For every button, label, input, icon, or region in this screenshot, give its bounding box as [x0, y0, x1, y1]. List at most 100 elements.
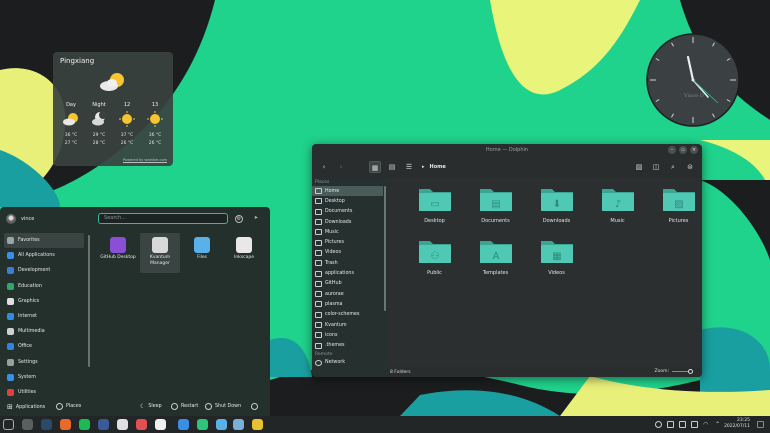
window-title: Home — Dolphin: [485, 147, 529, 153]
taskbar-chrome-blue-icon[interactable]: [155, 419, 166, 430]
weather-widget[interactable]: Pingxiang Day 36 °C 27 °C Night 29 °C 28…: [53, 52, 173, 166]
folder-item[interactable]: ▦ Videos: [526, 238, 587, 283]
taskbar-dolphin-icon[interactable]: [216, 419, 227, 430]
zoom-slider[interactable]: [672, 369, 693, 374]
category-item[interactable]: Office: [4, 339, 84, 354]
app-item[interactable]: Kvantum Manager: [140, 233, 180, 273]
taskbar-firefox-icon[interactable]: [60, 419, 71, 430]
place-item[interactable]: aurorae: [312, 289, 387, 299]
user-info[interactable]: vince: [6, 214, 34, 224]
place-item[interactable]: Trash: [312, 258, 387, 268]
folder-item[interactable]: ▤ Documents: [465, 186, 526, 231]
category-item[interactable]: Education: [4, 279, 84, 294]
pin-icon[interactable]: ➤: [252, 215, 260, 223]
restart-button[interactable]: Restart: [171, 403, 198, 410]
notifications-icon[interactable]: [655, 421, 662, 428]
wifi-icon[interactable]: ◠: [703, 421, 710, 428]
folder-item[interactable]: A Templates: [465, 238, 526, 283]
category-item[interactable]: Development: [4, 263, 84, 278]
category-item[interactable]: Favorites: [4, 233, 84, 249]
place-item[interactable]: Documents: [312, 207, 387, 217]
keyboard-icon[interactable]: [679, 421, 686, 428]
place-item[interactable]: .themes: [312, 340, 387, 350]
place-item[interactable]: Home: [312, 186, 383, 197]
forward-arrow-icon[interactable]: ›: [335, 161, 347, 173]
clipboard-icon[interactable]: [667, 421, 674, 428]
app-item[interactable]: Files: [182, 233, 222, 273]
place-item[interactable]: Pictures: [312, 237, 387, 247]
places-scrollbar[interactable]: [384, 186, 386, 311]
configure-icon[interactable]: ⚙: [235, 215, 243, 223]
category-scrollbar[interactable]: [88, 235, 90, 367]
place-item[interactable]: applications: [312, 268, 387, 278]
place-item[interactable]: Music: [312, 227, 387, 237]
chevron-right-icon: ▸: [422, 164, 425, 170]
taskbar-files-icon[interactable]: [233, 419, 244, 430]
place-item[interactable]: icons: [312, 330, 387, 340]
taskbar-virtualbox-icon[interactable]: [98, 419, 109, 430]
details-view-icon[interactable]: ☰: [403, 161, 415, 173]
place-item[interactable]: Kvantum: [312, 320, 387, 330]
place-item[interactable]: Videos: [312, 248, 387, 258]
taskbar-photos-icon[interactable]: [117, 419, 128, 430]
back-arrow-icon[interactable]: ‹: [318, 161, 330, 173]
app-item[interactable]: Inkscape: [224, 233, 264, 273]
folder-item[interactable]: ▭ Desktop: [404, 186, 465, 231]
taskbar-chrome-icon[interactable]: [252, 419, 263, 430]
search-input[interactable]: Search...: [98, 213, 228, 224]
weather-source-link[interactable]: Powered by weather.com: [123, 158, 167, 162]
application-launcher[interactable]: vince Search... ⚙ ➤ Favorites All Applica…: [0, 207, 270, 416]
file-view[interactable]: ▭ Desktop ▤ Documents ⬇ Downloads ♪ Music ▨ Pictu…: [387, 178, 702, 377]
show-desktop-icon[interactable]: [757, 421, 764, 428]
category-item[interactable]: System: [4, 370, 84, 385]
remote-header: Remote: [315, 351, 333, 357]
tab-places[interactable]: Places: [56, 403, 81, 410]
minimize-button[interactable]: –: [668, 146, 676, 154]
avatar[interactable]: [6, 214, 16, 224]
search-icon[interactable]: ⌕: [667, 161, 679, 173]
folder-item[interactable]: ♪ Music: [587, 186, 648, 231]
tab-applications[interactable]: ⊞ Applications: [7, 403, 45, 411]
breadcrumb-home[interactable]: Home: [430, 164, 446, 170]
place-item[interactable]: GitHub: [312, 279, 387, 289]
hamburger-menu-icon[interactable]: ⊜: [684, 161, 696, 173]
more-options-button[interactable]: [251, 403, 258, 410]
taskbar-kde-connect-icon[interactable]: [136, 419, 147, 430]
place-item[interactable]: Downloads: [312, 217, 387, 227]
chevron-up-icon[interactable]: ⌃: [715, 421, 722, 428]
compact-view-icon[interactable]: ▤: [386, 161, 398, 173]
app-item[interactable]: GitHub Desktop: [98, 233, 138, 273]
zoom-slider-handle[interactable]: [688, 369, 693, 374]
folder-item[interactable]: ⚇ Public: [404, 238, 465, 283]
taskbar-kate-icon[interactable]: [178, 419, 189, 430]
taskbar-music-icon[interactable]: [197, 419, 208, 430]
window-titlebar[interactable]: Home — Dolphin – ▫ ×: [312, 144, 702, 156]
display-icon[interactable]: [691, 421, 698, 428]
folder-item[interactable]: ▨ Pictures: [648, 186, 702, 231]
category-item[interactable]: Settings: [4, 355, 84, 370]
taskbar-steam-icon[interactable]: [41, 419, 52, 430]
system-clock[interactable]: 23:25 2022/07/11: [724, 418, 750, 430]
place-item[interactable]: color-schemes: [312, 310, 387, 320]
status-text: 8 Folders: [390, 369, 411, 375]
sleep-button[interactable]: ☾ Sleep: [140, 403, 162, 410]
dolphin-window[interactable]: Home — Dolphin – ▫ × ‹ › ▦ ▤ ☰ ▸ Home ▨ …: [312, 144, 702, 377]
category-item[interactable]: All Applications: [4, 248, 84, 263]
place-network[interactable]: Network: [312, 358, 387, 368]
place-item[interactable]: Desktop: [312, 196, 387, 206]
breadcrumb[interactable]: ▸ Home: [422, 164, 446, 170]
place-item[interactable]: plasma: [312, 299, 387, 309]
taskbar-system-settings-icon[interactable]: [22, 419, 33, 430]
category-item[interactable]: Internet: [4, 309, 84, 324]
shutdown-button[interactable]: Shut Down: [205, 403, 241, 410]
icon-view-icon[interactable]: ▦: [369, 161, 381, 173]
folder-item[interactable]: ⬇ Downloads: [526, 186, 587, 231]
split-view-icon[interactable]: ◫: [650, 161, 662, 173]
taskbar-launcher-icon[interactable]: [3, 419, 14, 430]
close-button[interactable]: ×: [690, 146, 698, 154]
taskbar-spotify-icon[interactable]: [79, 419, 90, 430]
maximize-button[interactable]: ▫: [679, 146, 687, 154]
category-item[interactable]: Graphics: [4, 294, 84, 309]
preview-icon[interactable]: ▨: [633, 161, 645, 173]
category-item[interactable]: Multimedia: [4, 324, 84, 339]
